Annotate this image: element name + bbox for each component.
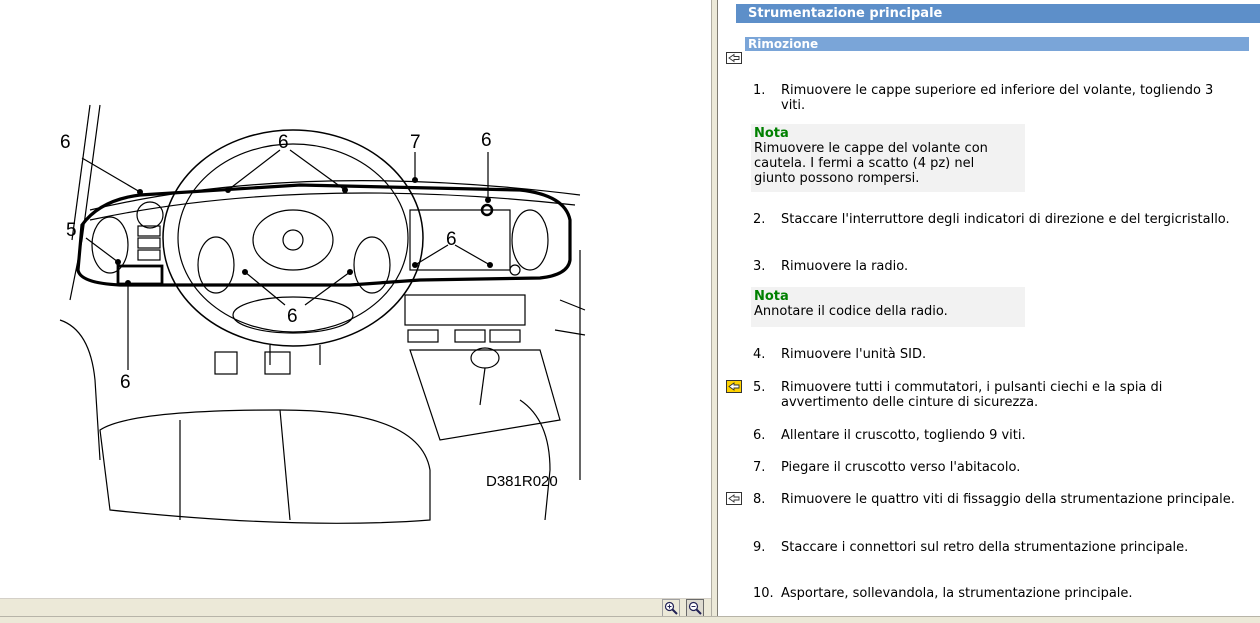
- note-box-1: Nota Rimuovere le cappe del volante con …: [751, 124, 1025, 192]
- callout-6-right-top: 6: [481, 130, 492, 151]
- page-title: Strumentazione principale: [736, 4, 1260, 23]
- step-7: 7. Piegare il cruscotto verso l'abitacolo…: [753, 460, 1243, 475]
- diagram-pane: 6 6 7 6 5 6 6 6 D381R020: [0, 0, 711, 622]
- step-number: 1.: [753, 83, 766, 98]
- callout-6-sid: 6: [120, 372, 131, 393]
- callout-5: 5: [66, 220, 77, 241]
- step-text: Staccare i connettori sul retro della st…: [781, 540, 1189, 555]
- callout-6-left: 6: [60, 132, 71, 153]
- step-number: 6.: [753, 428, 766, 443]
- document-pane: Strumentazione principale Rimozione 1. Ri…: [718, 0, 1260, 616]
- callout-6-bottom: 6: [287, 306, 298, 327]
- diagram-code: D381R020: [486, 473, 558, 490]
- callout-6-top: 6: [278, 132, 289, 153]
- step-number: 4.: [753, 347, 766, 362]
- step-text: Rimuovere le quattro viti di fissaggio d…: [781, 492, 1235, 507]
- dashboard-diagram: 6 6 7 6 5 6 6 6 D381R020: [59, 104, 586, 524]
- step-number: 2.: [753, 212, 766, 227]
- step-number: 5.: [753, 380, 766, 395]
- step-4: 4. Rimuovere l'unità SID.: [753, 347, 1243, 362]
- step-text: Staccare l'interruttore degli indicatori…: [781, 212, 1230, 227]
- step-6: 6. Allentare il cruscotto, togliendo 9 vi…: [753, 428, 1243, 443]
- step-text: Asportare, sollevandola, la strumentazio…: [781, 586, 1133, 601]
- zoom-out-icon: [688, 601, 702, 615]
- note-text: Rimuovere le cappe del volante con caute…: [754, 141, 988, 186]
- note-box-2: Nota Annotare il codice della radio.: [751, 287, 1025, 327]
- note-title: Nota: [754, 126, 789, 141]
- back-arrow-icon[interactable]: [726, 492, 742, 505]
- callout-6-right: 6: [446, 229, 457, 250]
- step-9: 9. Staccare i connettori sul retro della …: [753, 540, 1243, 555]
- section-heading: Rimozione: [745, 37, 1249, 51]
- back-arrow-icon[interactable]: [726, 52, 742, 64]
- step-text: Rimuovere la radio.: [781, 259, 909, 274]
- step-text: Rimuovere le cappe superiore ed inferior…: [781, 83, 1214, 113]
- step-number: 3.: [753, 259, 766, 274]
- step-text: Allentare il cruscotto, togliendo 9 viti…: [781, 428, 1026, 443]
- step-number: 9.: [753, 540, 766, 555]
- highlight-arrow-icon[interactable]: [726, 380, 742, 393]
- step-8: 8. Rimuovere le quattro viti di fissaggio…: [753, 492, 1243, 507]
- step-5: 5. Rimuovere tutti i commutatori, i pulsa…: [753, 380, 1243, 410]
- callout-7: 7: [410, 132, 421, 153]
- step-text: Rimuovere l'unità SID.: [781, 347, 927, 362]
- step-text: Piegare il cruscotto verso l'abitacolo.: [781, 460, 1021, 475]
- step-1: 1. Rimuovere le cappe superiore ed inferi…: [753, 83, 1243, 113]
- note-title: Nota: [754, 289, 789, 304]
- step-2: 2. Staccare l'interruttore degli indicato…: [753, 212, 1243, 227]
- zoom-out-button[interactable]: [686, 599, 704, 617]
- step-number: 10.: [753, 586, 774, 601]
- step-text: Rimuovere tutti i commutatori, i pulsant…: [781, 380, 1163, 410]
- zoom-in-button[interactable]: [662, 599, 680, 617]
- step-3: 3. Rimuovere la radio.: [753, 259, 1243, 274]
- zoom-in-icon: [664, 601, 678, 615]
- note-text: Annotare il codice della radio.: [754, 304, 948, 319]
- zoom-toolbar: [0, 598, 711, 617]
- step-number: 8.: [753, 492, 766, 507]
- pane-splitter[interactable]: [711, 0, 718, 616]
- step-10: 10. Asportare, sollevandola, la strumenta…: [753, 586, 1243, 601]
- step-number: 7.: [753, 460, 766, 475]
